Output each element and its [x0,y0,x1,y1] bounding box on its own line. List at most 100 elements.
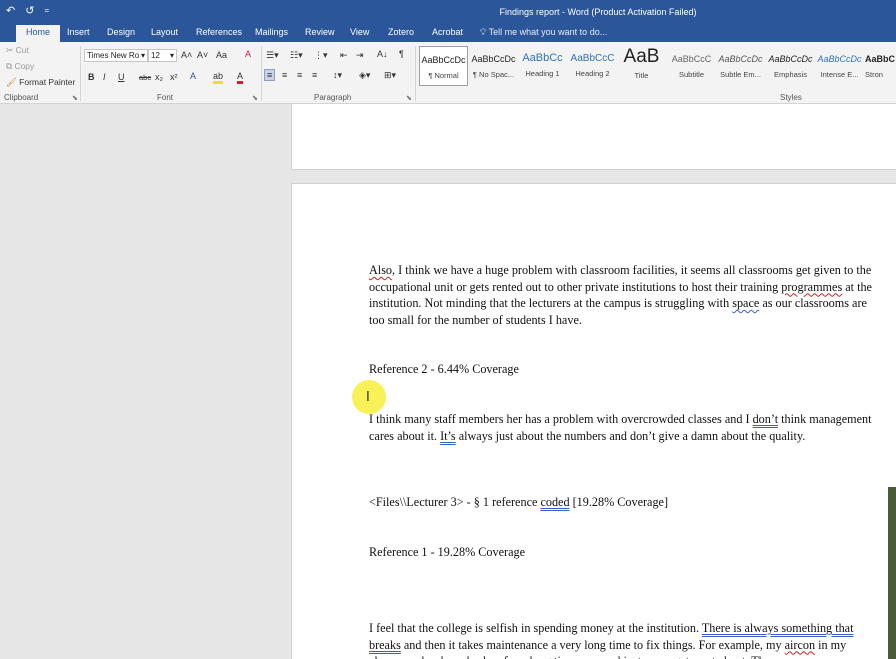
line-spacing-icon[interactable]: ↕▾ [333,70,342,81]
style-name: Emphasis [774,70,807,79]
subscript-icon[interactable]: x₂ [155,72,163,82]
style-name: Intense E... [820,70,859,79]
highlight-icon[interactable]: ab [213,72,224,84]
multilevel-list-icon[interactable]: ⋮▾ [314,50,328,61]
paragraph-overcrowded[interactable]: I think many staff members her has a pro… [369,411,881,444]
style-preview: AaBbCcDc [768,54,813,64]
style-preview: AaBbCcDc [817,54,862,64]
style-strong[interactable]: AaBbC Stron [865,46,896,86]
style-name: ¶ Normal [428,71,459,80]
italic-icon[interactable]: I [103,72,106,82]
grammar-flag[interactable]: don’t [753,412,779,426]
tab-home[interactable]: Home [16,25,61,42]
chevron-down-icon: ▾ [169,51,174,60]
borders-icon[interactable]: ⊞▾ [384,70,396,81]
text-cursor-icon: I [366,390,370,405]
text-run: I think many staff members her has a pro… [369,412,753,426]
font-launcher-icon[interactable]: ⬊ [252,94,258,102]
style-name: Title [634,71,649,80]
text-effects-icon[interactable]: A [190,71,196,81]
align-center-icon[interactable]: ≡ [282,70,287,80]
text-run: [19.28% Coverage] [569,495,669,509]
spell-error[interactable]: aircon [785,638,815,652]
underline-icon[interactable]: U [118,72,125,82]
style-intense-emphasis[interactable]: AaBbCcDc Intense E... [815,46,864,86]
style-heading-1[interactable]: AaBbCc Heading 1 [518,46,567,86]
justify-icon[interactable]: ≡ [312,70,317,80]
align-left-icon[interactable]: ≡ [264,69,276,81]
pilcrow-icon[interactable]: ¶ [399,49,404,59]
ribbon-tabs: Home Insert Design Layout References Mai… [0,24,896,42]
bullets-icon[interactable]: ☰▾ [266,50,279,61]
style-preview: AaBbC [865,54,896,64]
text-run: I feel that the college is selfish in sp… [369,621,702,635]
chevron-down-icon: ▾ [140,51,145,60]
paragraph-classroom-facilities[interactable]: Also, I think we have a huge problem wit… [369,262,881,328]
tab-review[interactable]: Review [305,27,335,37]
files-reference-line[interactable]: <Files\\Lecturer 3> - § 1 reference code… [369,494,881,511]
paragraph-college-spending[interactable]: I feel that the college is selfish in sp… [369,620,881,659]
bold-icon[interactable]: B [88,72,95,82]
style-name: Heading 2 [575,69,610,78]
tab-layout[interactable]: Layout [151,27,178,37]
style-preview: AaBbCcC [570,53,615,64]
font-size-value: 12 [151,51,160,60]
style-subtitle[interactable]: AaBbCcC Subtitle [667,46,716,86]
decrease-indent-icon[interactable]: ⇤ [340,50,348,61]
tab-mailings[interactable]: Mailings [255,27,288,37]
reference-heading-2: Reference 2 - 6.44% Coverage [369,362,519,376]
page-previous[interactable] [291,104,896,170]
tab-acrobat[interactable]: Acrobat [432,27,463,37]
grammar-flag[interactable]: space [732,296,759,310]
tab-zotero[interactable]: Zotero [388,27,414,37]
lightbulb-icon: 💡︎ [480,27,489,37]
font-color-icon[interactable]: A [237,71,244,84]
style-title[interactable]: AaB Title [617,46,666,86]
spell-error[interactable]: programmes [781,280,842,294]
ribbon: ✂ Cut ⧉ Copy 🖌︎ Format Painter Clipboard… [0,42,896,104]
spell-error[interactable]: Also [369,263,392,277]
superscript-icon[interactable]: x² [170,72,178,82]
format-painter-button[interactable]: 🖌︎ Format Painter [6,77,75,88]
font-size-dropdown[interactable]: 12 ▾ [148,49,177,62]
style-subtle-emphasis[interactable]: AaBbCcDc Subtle Em... [716,46,765,86]
cut-label: Cut [15,45,29,55]
strikethrough-icon[interactable]: abc [139,73,151,82]
tell-me-search[interactable]: 💡︎ Tell me what you want to do... [480,27,607,38]
clear-formatting-icon[interactable]: A [245,49,251,59]
tab-references[interactable]: References [196,27,242,37]
cut-button[interactable]: ✂ Cut [6,45,29,56]
paragraph-group-label: Paragraph [314,93,352,102]
grow-font-icon[interactable]: A˄ [181,50,192,60]
copy-button[interactable]: ⧉ Copy [6,61,34,72]
text-run: <Files\\Lecturer 3> - § 1 reference [369,495,541,509]
style-preview: AaBbCc [522,52,563,64]
grammar-flag[interactable]: It’s [440,429,456,443]
style-normal[interactable]: AaBbCcDc ¶ Normal [419,46,468,86]
font-name-dropdown[interactable]: Times New Ro ▾ [84,49,148,62]
numbering-icon[interactable]: ☷▾ [290,50,303,61]
style-heading-2[interactable]: AaBbCcC Heading 2 [568,46,617,86]
tab-view[interactable]: View [350,27,369,37]
tab-design[interactable]: Design [107,27,135,37]
style-emphasis[interactable]: AaBbCcDc Emphasis [766,46,815,86]
paragraph-launcher-icon[interactable]: ⬊ [406,94,412,102]
styles-group-label: Styles [780,93,802,102]
increase-indent-icon[interactable]: ⇥ [356,50,364,61]
style-preview: AaB [623,46,660,67]
style-name: Heading 1 [525,69,560,78]
shrink-font-icon[interactable]: A˅ [197,50,208,60]
text-run: always just about the numbers and don’t … [455,428,806,443]
style-no-spacing[interactable]: AaBbCcDc ¶ No Spac... [469,46,518,86]
grammar-flag[interactable]: coded [540,495,569,509]
text-run: and then it takes maintenance a very lon… [400,637,785,652]
change-case-icon[interactable]: Aa [216,50,227,60]
style-preview: AaBbCcDc [718,54,763,64]
align-right-icon[interactable]: ≡ [297,70,302,80]
sort-icon[interactable]: A↓ [377,49,388,59]
tab-insert[interactable]: Insert [67,27,90,37]
style-name: Stron [865,70,883,79]
style-preview: AaBbCcDc [471,54,516,64]
shading-icon[interactable]: ◈▾ [359,70,370,81]
clipboard-launcher-icon[interactable]: ⬊ [72,94,78,102]
